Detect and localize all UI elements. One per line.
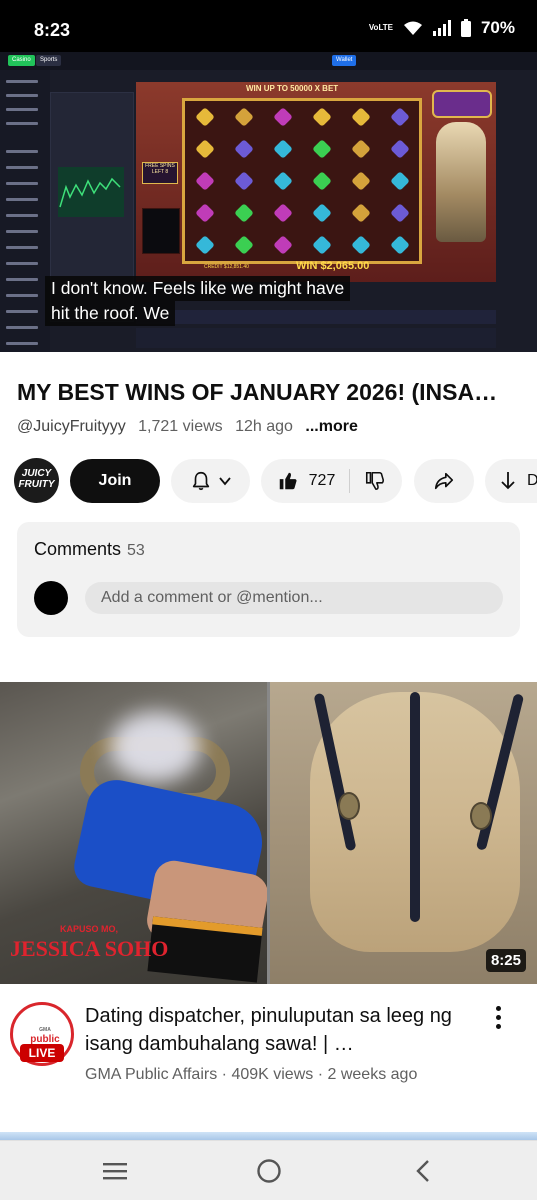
signal-icon bbox=[432, 20, 451, 36]
thumbnail-right-image: 8:25 bbox=[270, 682, 537, 984]
meta-separator: · bbox=[317, 1066, 324, 1083]
back-icon bbox=[416, 1160, 429, 1182]
win-readout: WIN $2,065.00 bbox=[296, 260, 370, 272]
share-icon bbox=[434, 472, 454, 490]
battery-icon bbox=[460, 19, 471, 37]
stats-chart bbox=[58, 167, 124, 217]
download-label: D bbox=[527, 472, 537, 489]
comments-count: 53 bbox=[127, 542, 145, 559]
next-video-peek bbox=[0, 1132, 537, 1140]
back-button[interactable] bbox=[408, 1156, 438, 1186]
notifications-button[interactable] bbox=[171, 459, 250, 503]
chevron-down-icon bbox=[218, 477, 231, 486]
recommended-video-thumbnail[interactable]: KAPUSO MO, JESSICA SOHO 8:25 bbox=[0, 682, 537, 984]
meta-separator: · bbox=[221, 1066, 227, 1083]
view-count: 1,721 views bbox=[138, 418, 223, 435]
kebab-menu-icon[interactable] bbox=[486, 1006, 510, 1036]
game-character bbox=[436, 122, 486, 242]
channel-handle[interactable]: @JuicyFruityyy bbox=[17, 418, 126, 435]
download-icon bbox=[501, 472, 515, 490]
download-button[interactable]: D bbox=[485, 459, 537, 503]
join-button[interactable]: Join bbox=[70, 459, 160, 503]
video-duration: 8:25 bbox=[485, 949, 526, 972]
channel-avatar[interactable]: JUICY FRUITY bbox=[14, 458, 59, 503]
comments-title: Comments bbox=[34, 539, 122, 559]
like-count: 727 bbox=[308, 472, 336, 489]
status-time: 8:23 bbox=[34, 20, 71, 40]
caption-line-1: I don't know. Feels like we might have bbox=[45, 276, 351, 301]
recommended-views: 409K views bbox=[231, 1066, 314, 1083]
home-icon bbox=[257, 1159, 281, 1183]
show-logo: JESSICA SOHO bbox=[10, 936, 169, 961]
status-icons: VoLTE 70% bbox=[369, 18, 515, 38]
video-meta: @JuicyFruityyy 1,721 views 12h ago ...mo… bbox=[17, 418, 366, 436]
video-captions: I don't know. Feels like we might have h… bbox=[45, 276, 351, 326]
home-button[interactable] bbox=[254, 1156, 284, 1186]
action-row: JUICY FRUITY Join 727 D bbox=[0, 458, 537, 504]
comments-heading: Comments 53 bbox=[34, 539, 145, 560]
thumbnail-left-image: KAPUSO MO, JESSICA SOHO bbox=[0, 682, 267, 984]
thumb-down-icon bbox=[366, 471, 385, 491]
caption-line-2: hit the roof. We bbox=[45, 301, 176, 326]
game-info-bar bbox=[136, 328, 496, 348]
game-top-bar: Casino Sports Wallet bbox=[0, 52, 537, 70]
recommended-video-meta: GMA Public Affairs · 409K views · 2 week… bbox=[85, 1066, 417, 1084]
credit-readout: CREDIT $12,851.40 bbox=[204, 264, 249, 270]
game-logo bbox=[432, 90, 492, 118]
upload-age: 12h ago bbox=[235, 418, 293, 435]
watch-details-sheet: MY BEST WINS OF JANUARY 2026! (INSA… @Ju… bbox=[0, 352, 537, 1140]
casino-tab: Casino bbox=[8, 55, 35, 66]
comment-input[interactable] bbox=[85, 582, 503, 614]
live-badge: LIVE bbox=[20, 1044, 64, 1062]
slot-banner: WIN UP TO 50000 X BET bbox=[246, 84, 339, 93]
free-spins-box: FREE SPINS LEFT 8 bbox=[142, 162, 178, 184]
wifi-icon bbox=[403, 21, 422, 35]
wallet-button: Wallet bbox=[332, 55, 357, 66]
thumb-up-icon bbox=[279, 472, 297, 490]
slot-reels bbox=[182, 98, 422, 264]
battery-percent: 70% bbox=[480, 18, 515, 37]
recommended-age: 2 weeks ago bbox=[327, 1066, 418, 1083]
show-logo-kapuso: KAPUSO MO, bbox=[60, 924, 119, 934]
recommended-video-card[interactable]: GMA public affairs LIVE Dating dispatche… bbox=[0, 1002, 537, 1112]
system-nav-bar bbox=[0, 1140, 537, 1200]
volte-indicator: VoLTE bbox=[368, 23, 393, 32]
video-title[interactable]: MY BEST WINS OF JANUARY 2026! (INSA… bbox=[17, 379, 523, 406]
recents-button[interactable] bbox=[100, 1156, 130, 1186]
game-site-sidebar bbox=[0, 70, 50, 352]
bell-icon bbox=[192, 471, 209, 491]
more-link[interactable]: ...more bbox=[305, 418, 357, 435]
comments-section[interactable]: Comments 53 bbox=[17, 522, 520, 637]
share-button[interactable] bbox=[414, 459, 474, 503]
status-bar: 8:23 VoLTE 70% bbox=[0, 0, 537, 52]
sports-tab: Sports bbox=[36, 55, 62, 66]
dislike-button[interactable] bbox=[350, 470, 386, 492]
recommended-channel: GMA Public Affairs bbox=[85, 1066, 218, 1083]
user-avatar bbox=[34, 581, 68, 615]
video-player[interactable]: Casino Sports Wallet WIN UP TO 50000 X B… bbox=[0, 52, 537, 352]
recommended-video-title[interactable]: Dating dispatcher, pinuluputan sa leeg n… bbox=[85, 1002, 485, 1058]
slot-game: WIN UP TO 50000 X BET FREE SPINS LEFT 8 bbox=[136, 82, 496, 282]
like-button[interactable]: 727 bbox=[277, 469, 351, 493]
bonus-panel bbox=[142, 208, 180, 254]
recents-icon bbox=[103, 1163, 127, 1180]
like-dislike-segment: 727 bbox=[261, 459, 402, 503]
